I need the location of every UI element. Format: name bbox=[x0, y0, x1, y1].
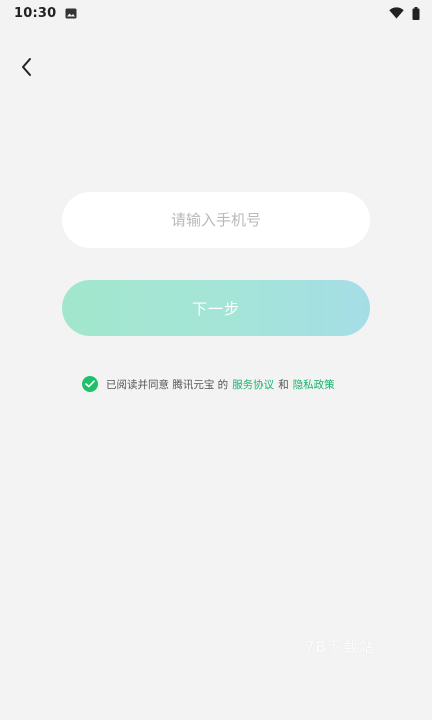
status-right bbox=[389, 6, 420, 20]
checkmark-icon bbox=[85, 380, 95, 388]
status-bar: 10:30 bbox=[0, 0, 432, 26]
agreement-and-text: 和 bbox=[278, 378, 289, 391]
status-time: 10:30 bbox=[14, 5, 57, 21]
agreement-text: 已阅读并同意 腾讯元宝 的 bbox=[106, 378, 229, 391]
wifi-icon bbox=[389, 7, 404, 19]
privacy-policy-link[interactable]: 隐私政策 bbox=[293, 377, 335, 392]
service-agreement-link[interactable]: 服务协议 bbox=[232, 377, 274, 392]
phone-input-container bbox=[62, 192, 370, 248]
watermark: 7B下载站 bbox=[305, 638, 375, 656]
notification-image-icon bbox=[65, 8, 77, 18]
phone-input[interactable] bbox=[62, 192, 370, 248]
status-left: 10:30 bbox=[14, 6, 77, 21]
next-step-button[interactable]: 下一步 bbox=[62, 280, 370, 336]
agreement-checkbox[interactable] bbox=[82, 376, 98, 392]
chevron-left-icon bbox=[22, 58, 31, 76]
battery-icon bbox=[412, 6, 420, 20]
back-button[interactable] bbox=[12, 52, 42, 82]
login-screen: 10:30 下一步 bbox=[0, 0, 432, 720]
agreement-row: 已阅读并同意 腾讯元宝 的 服务协议 和 隐私政策 bbox=[82, 375, 335, 393]
